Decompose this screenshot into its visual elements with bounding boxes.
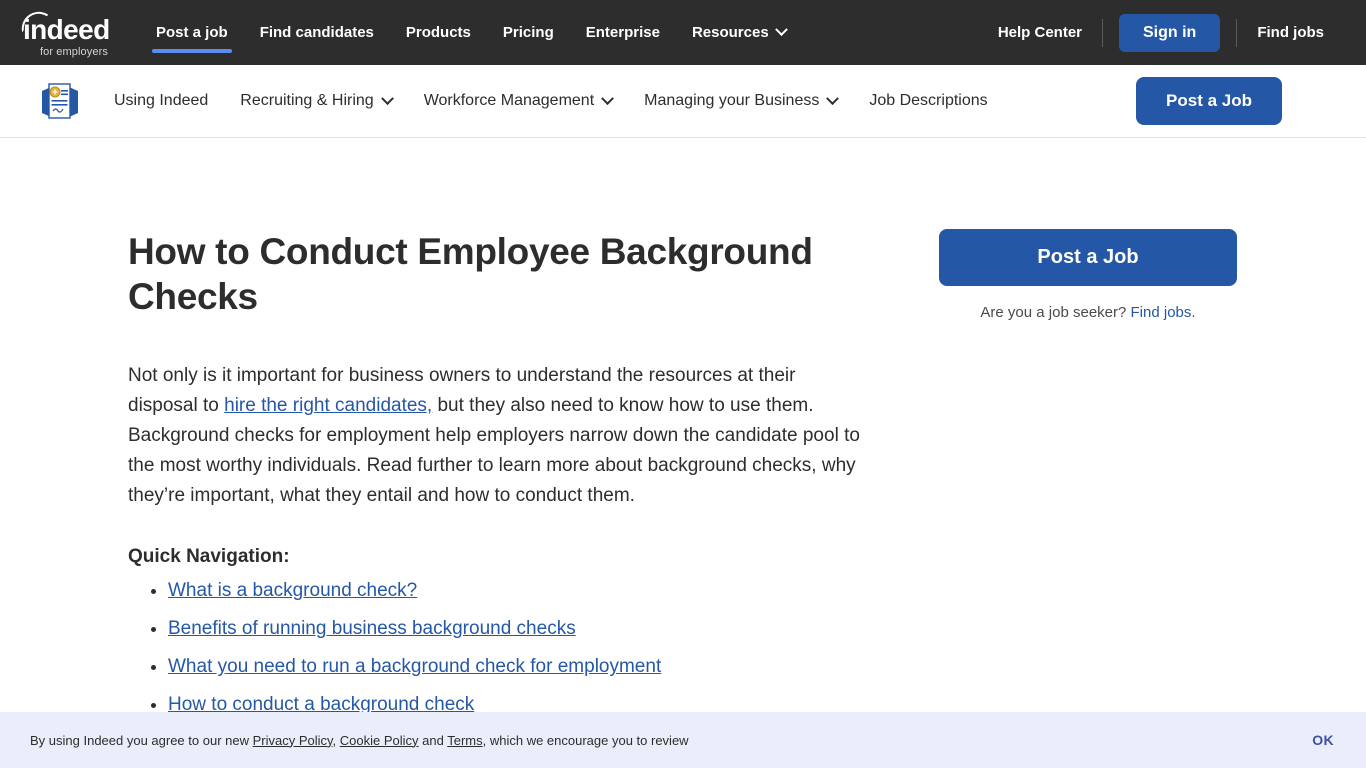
job-seeker-period: .	[1191, 304, 1196, 321]
list-item: What you need to run a background check …	[168, 652, 868, 682]
quick-nav-link-what-you-need[interactable]: What you need to run a background check …	[168, 656, 661, 677]
sub-nav-using-indeed-label: Using Indeed	[114, 92, 209, 109]
cookie-comma: ,	[332, 732, 340, 748]
post-a-job-header-button[interactable]: Post a Job	[1136, 77, 1282, 125]
logo-tagline: for employers	[40, 45, 108, 58]
top-navigation-bar: indeed for employers Post a job Find can…	[0, 0, 1366, 65]
top-nav-pricing-label: Pricing	[502, 24, 554, 41]
sub-nav-job-descriptions-label: Job Descriptions	[869, 92, 988, 109]
top-nav-resources-label: Resources	[691, 24, 769, 41]
top-nav-pricing[interactable]: Pricing	[487, 0, 570, 65]
page-content: How to Conduct Employee Background Check…	[0, 139, 1366, 768]
top-nav-find-candidates-label: Find candidates	[259, 24, 374, 41]
right-rail: Post a Job Are you a job seeker? Find jo…	[939, 229, 1237, 321]
terms-link[interactable]: Terms	[447, 733, 482, 748]
cookie-lead-text: By using Indeed you agree to our new	[30, 732, 253, 748]
sub-nav-recruiting-hiring-label: Recruiting & Hiring	[240, 92, 374, 109]
divider	[1102, 18, 1103, 47]
page-title: How to Conduct Employee Background Check…	[128, 231, 813, 318]
cookie-consent-banner: By using Indeed you agree to our new Pri…	[0, 712, 1366, 768]
sub-nav-managing-your-business[interactable]: Managing your Business	[628, 91, 853, 110]
find-jobs-rail-link[interactable]: Find jobs	[1131, 304, 1192, 321]
chevron-down-icon	[774, 23, 788, 37]
indeed-logo-icon[interactable]: indeed for employers	[18, 8, 122, 58]
cookie-and: and	[418, 732, 448, 748]
sub-nav-using-indeed[interactable]: Using Indeed	[98, 92, 224, 110]
secondary-nav-items: Using Indeed Recruiting & Hiring Workfor…	[98, 91, 1004, 110]
job-seeker-prompt: Are you a job seeker? Find jobs.	[939, 304, 1237, 321]
list-item: What is a background check?	[168, 576, 868, 606]
top-nav-items: Post a job Find candidates Products Pric…	[140, 0, 802, 65]
cookie-policy-link[interactable]: Cookie Policy	[340, 733, 419, 748]
chevron-down-icon	[601, 91, 615, 105]
top-nav-find-candidates[interactable]: Find candidates	[244, 0, 390, 65]
top-nav-products-label: Products	[405, 24, 471, 41]
quick-navigation-heading: Quick Navigation:	[128, 546, 290, 568]
list-item: Benefits of running business background …	[168, 614, 868, 644]
secondary-navigation-bar: Using Indeed Recruiting & Hiring Workfor…	[0, 65, 1366, 138]
sub-nav-job-descriptions[interactable]: Job Descriptions	[853, 92, 1003, 110]
top-nav-enterprise[interactable]: Enterprise	[570, 0, 676, 65]
chevron-down-icon	[380, 91, 394, 105]
quick-nav-link-benefits[interactable]: Benefits of running business background …	[168, 618, 576, 639]
cookie-banner-text: By using Indeed you agree to our new Pri…	[30, 733, 689, 748]
top-nav-resources[interactable]: Resources	[676, 0, 802, 65]
top-nav-post-a-job-label: Post a job	[156, 24, 228, 41]
intro-paragraph: Not only is it important for business ow…	[128, 361, 863, 511]
sub-nav-managing-your-business-label: Managing your Business	[644, 92, 820, 109]
hire-the-right-candidates-link[interactable]: hire the right candidates,	[224, 395, 432, 416]
find-jobs-link[interactable]: Find jobs	[1237, 24, 1344, 41]
top-nav-enterprise-label: Enterprise	[585, 24, 660, 41]
quick-navigation-list: What is a background check? Benefits of …	[128, 576, 868, 720]
certificate-document-icon[interactable]	[38, 79, 82, 123]
privacy-policy-link[interactable]: Privacy Policy	[253, 733, 333, 748]
cookie-ok-button[interactable]: OK	[1312, 732, 1334, 748]
top-nav-post-a-job[interactable]: Post a job	[140, 0, 244, 65]
help-center-link[interactable]: Help Center	[978, 24, 1102, 41]
cookie-tail-text: , which we encourage you to review	[482, 732, 689, 748]
top-nav-products[interactable]: Products	[390, 0, 487, 65]
sub-nav-workforce-management-label: Workforce Management	[423, 92, 595, 109]
post-a-job-rail-button[interactable]: Post a Job	[939, 229, 1237, 286]
sub-nav-workforce-management[interactable]: Workforce Management	[408, 91, 628, 110]
top-nav-right-group: Help Center Sign in Find jobs	[978, 0, 1366, 65]
article-column: How to Conduct Employee Background Check…	[128, 229, 868, 720]
job-seeker-prompt-text: Are you a job seeker?	[980, 304, 1131, 321]
chevron-down-icon	[826, 91, 840, 105]
sub-nav-recruiting-hiring[interactable]: Recruiting & Hiring	[224, 91, 407, 110]
quick-nav-link-what-is-a-background-check[interactable]: What is a background check?	[168, 580, 417, 601]
sign-in-button[interactable]: Sign in	[1119, 13, 1221, 52]
